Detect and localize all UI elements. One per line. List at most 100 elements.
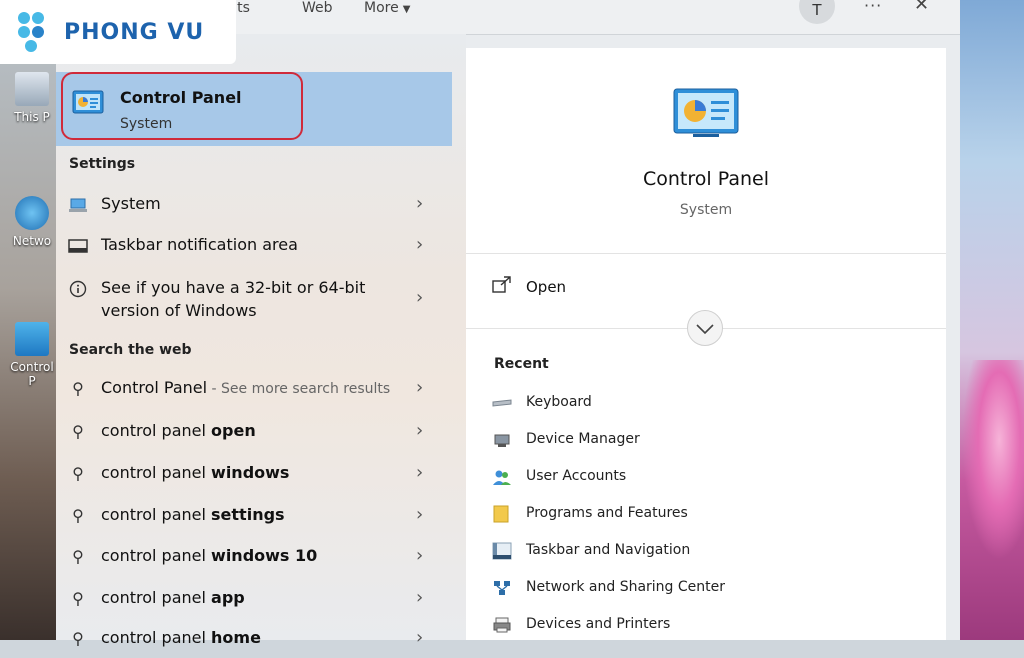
open-label: Open [526,278,567,296]
detail-title: Control Panel [643,168,769,190]
web-result-prefix: Control Panel [101,378,208,397]
settings-item-system[interactable]: System › [56,184,452,224]
info-icon [69,280,87,298]
desktop-icon-network[interactable]: Netwo [8,196,56,248]
web-result-control-panel-open[interactable]: ⚲ control panel open › [56,411,452,451]
taskbar-navigation-icon [492,542,512,560]
desktop-icon-label: Control P [10,360,54,388]
recent-item-label: Taskbar and Navigation [526,542,691,558]
search-icon: ⚲ [72,629,84,648]
laptop-icon [69,198,87,212]
search-icon: ⚲ [72,547,84,566]
logo-text: PHONG VU [64,19,205,45]
annotation-highlight-box [61,72,303,140]
web-result-prefix: control panel [101,421,212,440]
web-result-suffix: windows [211,463,290,482]
settings-heading: Settings [69,156,136,172]
desktop-icon-label: This P [14,110,50,124]
chevron-right-icon: › [416,420,424,441]
results-pane: Control Panel System Settings System › T… [56,34,466,648]
device-manager-icon [494,434,510,447]
settings-item-label: See if you have a 32-bit or 64-bit versi… [101,278,366,320]
web-result-control-panel-windows[interactable]: ⚲ control panel windows › [56,453,452,493]
recent-heading: Recent [494,356,549,372]
chevron-right-icon: › [416,462,424,483]
web-result-control-panel-settings[interactable]: ⚲ control panel settings › [56,495,452,535]
chevron-right-icon: › [416,234,424,255]
settings-item-32-or-64-bit[interactable]: See if you have a 32-bit or 64-bit versi… [56,272,452,324]
chevron-right-icon: › [416,377,424,398]
recent-item-label: Devices and Printers [526,616,671,632]
printer-icon [493,617,511,633]
web-result-suffix: windows 10 [211,546,318,565]
detail-subtitle: System [679,202,733,218]
web-result-prefix: control panel [101,628,212,647]
folder-icon [493,505,509,523]
web-result-hint: - See more search results [207,381,391,397]
chevron-right-icon: › [416,587,424,608]
web-result-prefix: control panel [101,588,212,607]
web-result-control-panel-app[interactable]: ⚲ control panel app › [56,578,452,618]
network-icon [494,581,510,595]
caret-down-icon: ▼ [402,4,411,15]
user-avatar[interactable]: T [799,0,835,24]
more-options-icon[interactable]: ··· [864,0,882,15]
web-result-label: control panel open [101,421,256,440]
user-accounts-icon [493,470,511,485]
tab-web[interactable]: Web [302,0,333,16]
chevron-right-icon: › [416,193,424,214]
computer-icon [15,72,49,106]
recent-item-label: Keyboard [526,394,592,410]
chevron-down-icon [696,324,714,335]
web-result-prefix: control panel [101,546,212,565]
lotus-wallpaper [962,360,1024,560]
chevron-right-icon: › [416,627,424,648]
close-icon[interactable]: ✕ [914,0,929,15]
open-external-icon [492,276,511,293]
tab-more[interactable]: More ▼ [364,0,410,16]
recent-item-label: Device Manager [526,431,640,447]
logo-mark-icon [18,12,58,52]
recent-item-label: Network and Sharing Center [526,579,726,595]
web-result-label: control panel windows [101,463,289,482]
expand-button[interactable] [687,310,723,346]
search-icon: ⚲ [72,589,84,608]
recent-item-label: User Accounts [526,468,627,484]
detail-pane: Control Panel System Open Recent Keyboar… [466,48,946,640]
web-result-label: Control Panel - See more search results [101,378,390,397]
control-panel-icon [15,322,49,356]
network-globe-icon [15,196,49,230]
taskbar-icon [68,239,88,253]
tab-more-label: More [364,0,399,16]
settings-item-label: System [101,194,161,213]
search-window: ments Web More▼ T ··· ✕ Control Panel Sy… [56,0,960,648]
web-result-suffix: settings [211,505,285,524]
web-result-prefix: control panel [101,505,212,524]
recent-item-label: Programs and Features [526,505,688,521]
settings-item-taskbar-notification-area[interactable]: Taskbar notification area › [56,225,452,265]
search-icon: ⚲ [72,464,84,483]
web-result-label: control panel home [101,628,261,647]
search-icon: ⚲ [72,506,84,525]
chevron-right-icon: › [416,545,424,566]
settings-item-label: Taskbar notification area [101,235,298,254]
desktop-icon-this-pc[interactable]: This P [8,72,56,124]
web-result-suffix: home [211,628,261,647]
web-result-label: control panel windows 10 [101,546,317,565]
search-icon: ⚲ [72,422,84,441]
divider [466,253,946,254]
search-icon: ⚲ [72,379,84,398]
web-result-label: control panel settings [101,505,285,524]
web-result-suffix: app [211,588,245,607]
desktop-icon-label: Netwo [12,234,52,248]
desktop-icon-control-panel[interactable]: Control P [8,322,56,388]
web-result-label: control panel app [101,588,245,607]
chevron-right-icon: › [416,287,424,308]
web-result-control-panel-windows-10[interactable]: ⚲ control panel windows 10 › [56,536,452,576]
phong-vu-logo: PHONG VU [0,0,236,64]
chevron-right-icon: › [416,504,424,525]
web-result-control-panel[interactable]: ⚲ Control Panel - See more search result… [56,368,452,408]
search-web-heading: Search the web [69,342,192,358]
keyboard-icon [492,399,512,407]
web-result-control-panel-home[interactable]: ⚲ control panel home › [56,618,452,658]
